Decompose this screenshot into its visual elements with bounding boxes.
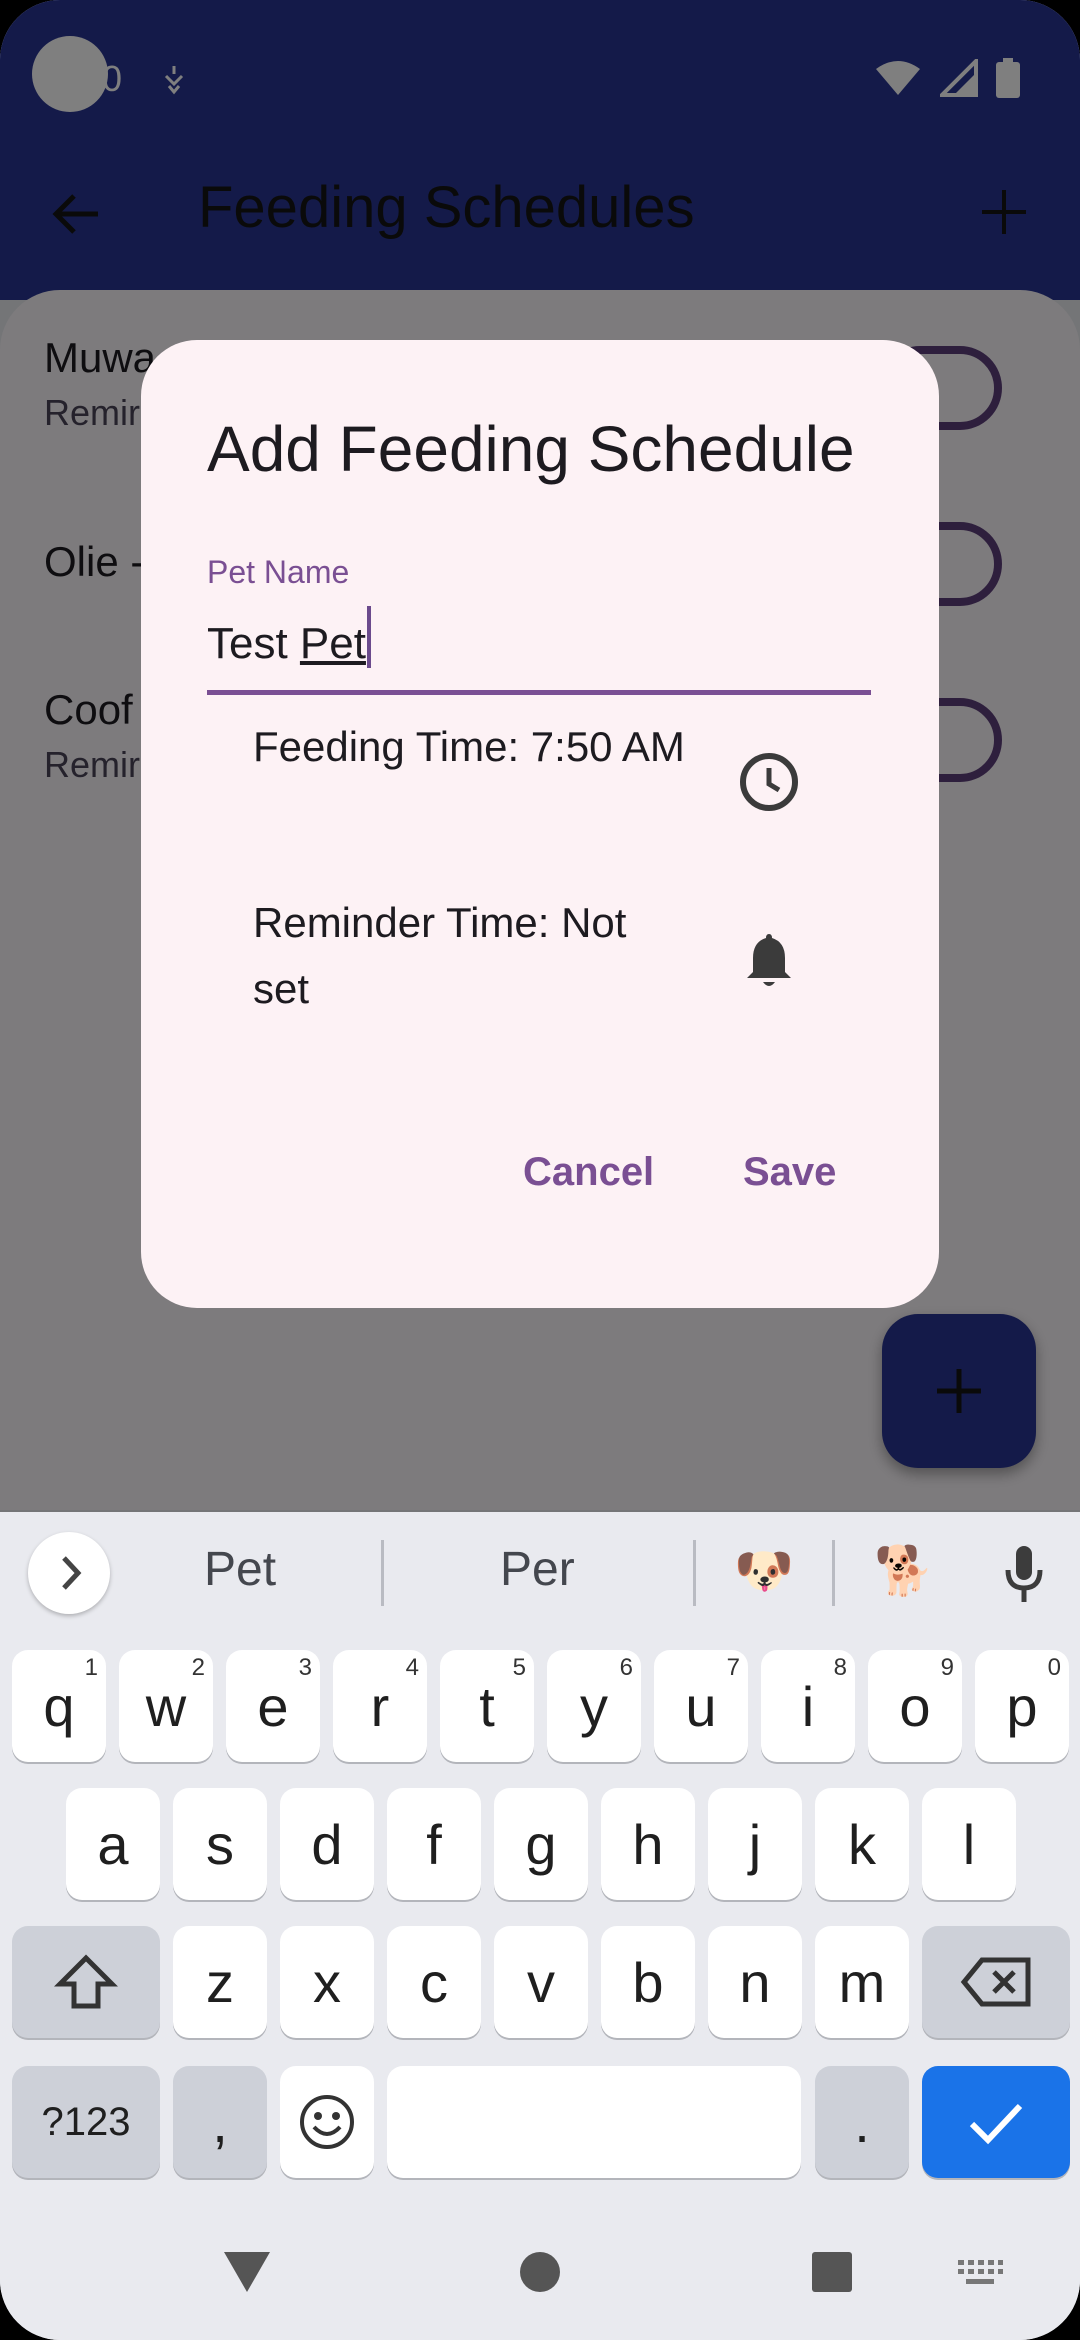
key-label: u	[685, 1674, 717, 1738]
feeding-time-label: Feeding Time: 7:50 AM	[253, 723, 685, 770]
key-s[interactable]: s	[173, 1788, 267, 1900]
key-hint: 0	[1047, 1654, 1061, 1681]
key-j[interactable]: j	[708, 1788, 802, 1900]
period-key[interactable]: .	[815, 2066, 909, 2178]
key-a[interactable]: a	[66, 1788, 160, 1900]
key-t[interactable]: t5	[440, 1650, 534, 1762]
backspace-key[interactable]	[922, 1926, 1070, 2038]
key-label: i	[801, 1674, 815, 1738]
key-c[interactable]: c	[387, 1926, 481, 2038]
nav-recents-icon[interactable]	[810, 2250, 854, 2294]
key-hint: 2	[191, 1654, 205, 1681]
clock-icon[interactable]	[737, 750, 801, 814]
reminder-time-label: Reminder Time: Not set	[253, 899, 627, 1012]
key-f[interactable]: f	[387, 1788, 481, 1900]
keyboard-switch-icon[interactable]	[956, 2258, 1004, 2288]
key-h[interactable]: h	[601, 1788, 695, 1900]
key-b[interactable]: b	[601, 1926, 695, 2038]
key-z[interactable]: z	[173, 1926, 267, 2038]
key-hint: 4	[405, 1654, 419, 1681]
key-label: p	[1006, 1674, 1038, 1738]
pet-name-label: Pet Name	[207, 554, 350, 590]
key-k[interactable]: k	[815, 1788, 909, 1900]
cancel-button[interactable]: Cancel	[523, 1150, 654, 1195]
key-hint: 3	[298, 1654, 312, 1681]
symbols-key[interactable]: ?123	[12, 2066, 160, 2178]
add-schedule-dialog: Add Feeding Schedule Pet Name Test Pet F…	[141, 340, 939, 1308]
key-v[interactable]: v	[494, 1926, 588, 2038]
dialog-title: Add Feeding Schedule	[207, 413, 855, 485]
mic-icon[interactable]	[1000, 1542, 1048, 1606]
key-label: w	[145, 1674, 187, 1738]
suggestion-divider	[381, 1540, 384, 1606]
key-d[interactable]: d	[280, 1788, 374, 1900]
nav-home-icon[interactable]	[518, 2250, 562, 2294]
check-icon	[969, 2103, 1023, 2145]
nav-back-icon[interactable]	[222, 2250, 272, 2294]
comma-key[interactable]: ,	[173, 2066, 267, 2178]
shift-key[interactable]	[12, 1926, 160, 2038]
emoji-suggestion-1[interactable]: 🐶	[734, 1542, 794, 1599]
pet-name-underline	[207, 690, 871, 695]
text-cursor	[366, 606, 371, 668]
key-e[interactable]: e3	[226, 1650, 320, 1762]
emoji-icon	[300, 2095, 354, 2149]
key-hint: 1	[84, 1654, 98, 1681]
key-hint: 8	[833, 1654, 847, 1681]
phone-screen: 0 Feeding Sched	[0, 0, 1080, 2340]
emoji-suggestion-2[interactable]: 🐕	[874, 1542, 934, 1599]
bell-icon[interactable]	[737, 928, 801, 992]
shift-icon	[54, 1954, 118, 2009]
enter-key[interactable]	[922, 2066, 1070, 2178]
key-n[interactable]: n	[708, 1926, 802, 2038]
key-l[interactable]: l	[922, 1788, 1016, 1900]
key-r[interactable]: r4	[333, 1650, 427, 1762]
key-y[interactable]: y6	[547, 1650, 641, 1762]
key-m[interactable]: m	[815, 1926, 909, 2038]
suggestion-divider	[693, 1540, 696, 1606]
key-label: t	[479, 1674, 495, 1738]
key-label: e	[257, 1674, 289, 1738]
suggestion-2[interactable]: Per	[500, 1542, 575, 1597]
pet-name-composing-text: Pet	[299, 619, 366, 668]
emoji-key[interactable]	[280, 2066, 374, 2178]
space-key[interactable]	[387, 2066, 801, 2178]
chevron-right-icon	[62, 1556, 82, 1590]
key-o[interactable]: o9	[868, 1650, 962, 1762]
key-label: r	[370, 1674, 390, 1738]
key-label: q	[43, 1674, 75, 1738]
suggestion-1[interactable]: Pet	[204, 1542, 276, 1597]
key-p[interactable]: p0	[975, 1650, 1069, 1762]
navigation-bar	[0, 2200, 1080, 2340]
key-hint: 6	[619, 1654, 633, 1681]
backspace-icon	[960, 1957, 1031, 2007]
pet-name-input[interactable]: Test Pet	[207, 606, 371, 669]
save-button[interactable]: Save	[743, 1150, 836, 1195]
key-w[interactable]: w2	[119, 1650, 213, 1762]
key-g[interactable]: g	[494, 1788, 588, 1900]
key-hint: 9	[940, 1654, 954, 1681]
key-hint: 7	[726, 1654, 740, 1681]
suggestion-divider	[832, 1540, 835, 1606]
key-x[interactable]: x	[280, 1926, 374, 2038]
key-u[interactable]: u7	[654, 1650, 748, 1762]
toolbar-expand-button[interactable]	[28, 1532, 110, 1614]
key-hint: 5	[512, 1654, 526, 1681]
key-label: y	[580, 1674, 608, 1738]
key-label: o	[899, 1674, 931, 1738]
key-i[interactable]: i8	[761, 1650, 855, 1762]
key-q[interactable]: q1	[12, 1650, 106, 1762]
pet-name-text: Test	[207, 619, 300, 668]
